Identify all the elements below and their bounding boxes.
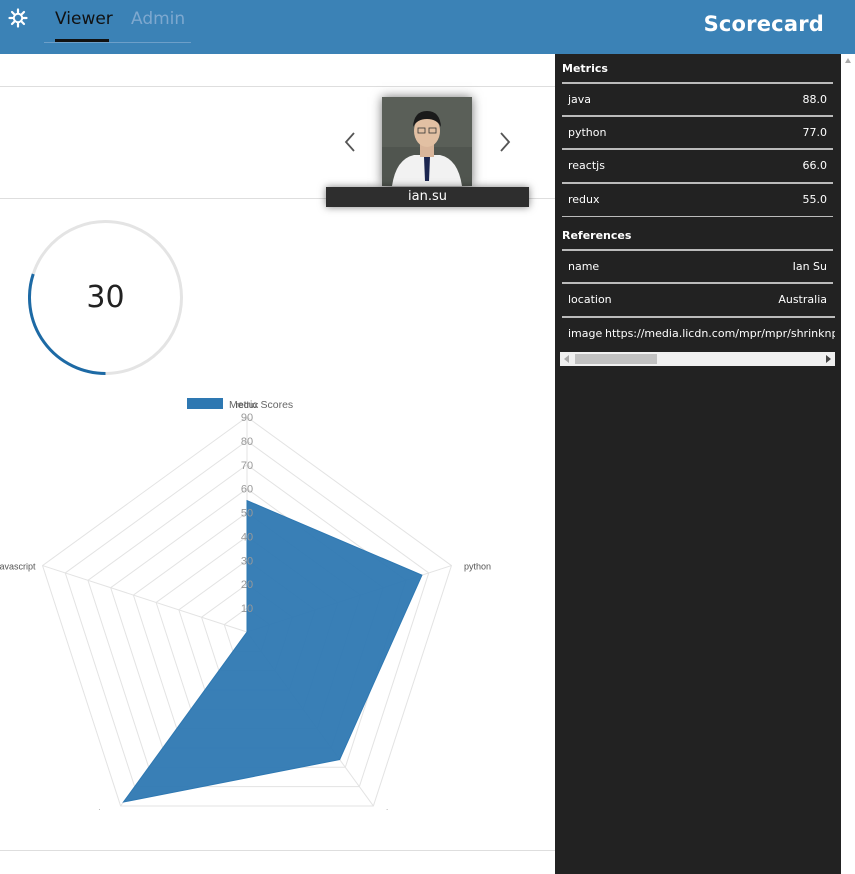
reference-row-location: location Australia xyxy=(562,282,833,316)
metric-row-reactjs: reactjs 66.0 xyxy=(562,148,833,182)
divider xyxy=(0,850,555,851)
score-value: 30 xyxy=(86,280,125,315)
radar-tick-label: 70 xyxy=(241,460,253,472)
radar-axis-label: java xyxy=(97,808,115,810)
references-title: References xyxy=(562,229,632,242)
scroll-up-icon[interactable] xyxy=(845,58,851,63)
top-app-bar: Viewer Admin Scorecard xyxy=(0,0,855,54)
app-title: Scorecard xyxy=(703,12,824,36)
legend-swatch xyxy=(187,398,223,409)
radar-axis-label: reactjs xyxy=(366,808,393,810)
reference-row-name: name Ian Su xyxy=(562,249,833,283)
scroll-right-icon[interactable] xyxy=(826,355,831,363)
chevron-right-icon[interactable] xyxy=(498,130,512,154)
reference-value[interactable]: https://media.licdn.com/mpr/mpr/shrinknp… xyxy=(605,327,835,340)
active-tab-indicator xyxy=(55,39,109,42)
sidebar-vertical-scrollbar[interactable] xyxy=(841,54,855,874)
reference-value: Ian Su xyxy=(792,260,827,273)
metric-row-java: java 88.0 xyxy=(562,82,833,116)
metric-value: 77.0 xyxy=(802,126,828,139)
reference-key: image xyxy=(568,327,603,340)
radar-axis-label: javascript xyxy=(0,562,36,572)
radar-tick-label: 20 xyxy=(241,579,253,591)
radar-chart: Metric Scores102030405060708090reduxpyth… xyxy=(0,398,491,810)
reference-key: name xyxy=(568,260,600,273)
metric-row-python: python 77.0 xyxy=(562,115,833,149)
gear-icon[interactable] xyxy=(8,8,28,28)
tab-viewer[interactable]: Viewer xyxy=(55,9,113,29)
divider xyxy=(562,216,833,217)
radar-tick-label: 10 xyxy=(241,603,253,615)
scroll-left-icon[interactable] xyxy=(564,355,569,363)
radar-tick-label: 90 xyxy=(241,412,253,424)
radar-tick-label: 40 xyxy=(241,531,253,543)
metric-value: 55.0 xyxy=(802,193,828,206)
profile-username: ian.su xyxy=(326,187,529,207)
score-gauge: 30 xyxy=(28,220,183,375)
metric-row-redux: redux 55.0 xyxy=(562,182,833,216)
radar-tick-label: 50 xyxy=(241,508,253,520)
profile-photo[interactable] xyxy=(382,97,472,186)
tab-admin[interactable]: Admin xyxy=(131,9,185,29)
metric-key: python xyxy=(568,126,607,139)
metrics-title: Metrics xyxy=(562,62,608,75)
metric-key: reactjs xyxy=(568,159,605,172)
reference-row-image: image https://media.licdn.com/mpr/mpr/sh… xyxy=(562,316,835,350)
radar-tick-label: 80 xyxy=(241,436,253,448)
metric-value: 66.0 xyxy=(802,159,828,172)
metric-value: 88.0 xyxy=(802,93,828,106)
references-horizontal-scrollbar[interactable] xyxy=(560,352,835,366)
metric-key: java xyxy=(568,93,592,106)
reference-value: Australia xyxy=(778,293,827,306)
tabs-baseline xyxy=(44,42,191,43)
divider xyxy=(0,86,555,87)
metric-key: redux xyxy=(568,193,600,206)
radar-axis-label: redux xyxy=(236,400,259,410)
chevron-left-icon[interactable] xyxy=(343,130,357,154)
radar-axis-label: python xyxy=(464,562,491,572)
radar-tick-label: 30 xyxy=(241,555,253,567)
reference-key: location xyxy=(568,293,612,306)
radar-tick-label: 60 xyxy=(241,484,253,496)
scrollbar-thumb[interactable] xyxy=(575,354,657,364)
